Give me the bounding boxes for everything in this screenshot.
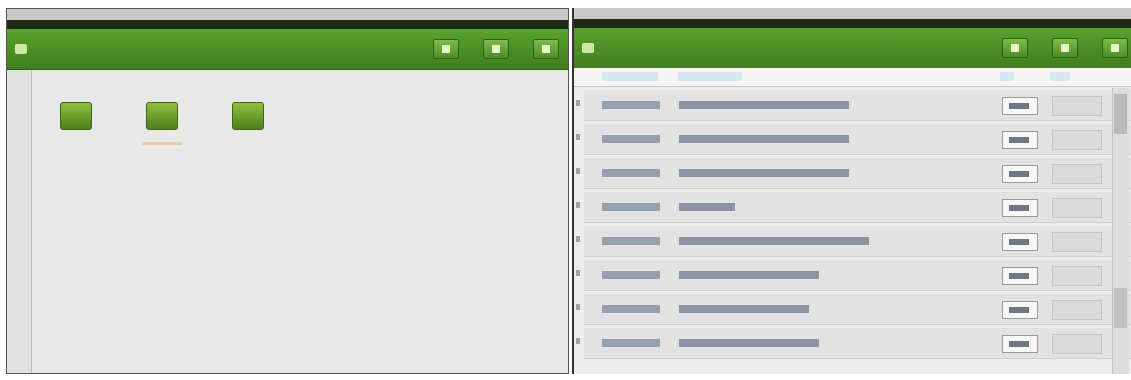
row-action-cell[interactable]: [1052, 198, 1102, 218]
table-row[interactable]: [576, 328, 1131, 359]
row-marker: [576, 202, 580, 208]
row-value-box[interactable]: [1002, 267, 1038, 285]
row-subject: [679, 135, 849, 143]
row-date: [602, 237, 660, 245]
row-value-box[interactable]: [1002, 165, 1038, 183]
row-action-cell[interactable]: [1052, 96, 1102, 116]
right-window: [572, 8, 1131, 374]
table-row[interactable]: [576, 294, 1131, 325]
table-row[interactable]: [576, 124, 1131, 155]
right-window-top-strip: [574, 8, 1131, 29]
left-window-toolbar: [7, 29, 568, 70]
table-row[interactable]: [576, 226, 1131, 257]
table-header: [574, 68, 1131, 87]
row-marker: [576, 134, 580, 140]
row-subject: [679, 305, 809, 313]
right-window-top-strip-band: [574, 19, 1131, 28]
right-window-toolbar: [574, 28, 1131, 69]
row-value-box[interactable]: [1002, 233, 1038, 251]
row-subject: [679, 339, 819, 347]
toolbar-button-2[interactable]: [483, 39, 509, 59]
toolbar-button-1[interactable]: [433, 39, 459, 59]
left-window: [6, 8, 569, 374]
selection-underline: [142, 142, 182, 145]
row-subject: [679, 237, 869, 245]
table-row[interactable]: [576, 192, 1131, 223]
row-action-cell[interactable]: [1052, 164, 1102, 184]
row-value-box[interactable]: [1002, 97, 1038, 115]
row-marker: [576, 338, 580, 344]
desktop-icon-2[interactable]: [127, 102, 197, 145]
row-date: [602, 169, 660, 177]
desktop-icon-3[interactable]: [213, 102, 283, 136]
row-marker: [576, 270, 580, 276]
row-marker: [576, 168, 580, 174]
table-row[interactable]: [576, 158, 1131, 189]
table-row[interactable]: [576, 260, 1131, 291]
row-action-cell[interactable]: [1052, 266, 1102, 286]
column-header-4[interactable]: [1050, 72, 1070, 81]
folder-icon: [146, 102, 178, 130]
scrollbar-thumb[interactable]: [1114, 94, 1127, 134]
row-subject: [679, 101, 849, 109]
row-action-cell[interactable]: [1052, 232, 1102, 252]
row-marker: [576, 304, 580, 310]
toolbar-button-3[interactable]: [1102, 38, 1128, 58]
row-subject: [679, 203, 735, 211]
row-date: [602, 101, 660, 109]
row-action-cell[interactable]: [1052, 300, 1102, 320]
column-header-3[interactable]: [1000, 72, 1014, 81]
window-icon: [15, 44, 27, 54]
row-value-box[interactable]: [1002, 199, 1038, 217]
toolbar-button-3[interactable]: [533, 39, 559, 59]
row-date: [602, 305, 660, 313]
column-header-1[interactable]: [602, 72, 658, 81]
column-header-2[interactable]: [678, 72, 742, 81]
row-date: [602, 339, 660, 347]
row-value-box[interactable]: [1002, 335, 1038, 353]
row-subject: [679, 169, 849, 177]
toolbar-button-1[interactable]: [1002, 38, 1028, 58]
table-row[interactable]: [576, 90, 1131, 121]
desktop-icon-1[interactable]: [41, 102, 111, 136]
scrollbar[interactable]: [1112, 88, 1129, 374]
row-value-box[interactable]: [1002, 131, 1038, 149]
row-date: [602, 203, 660, 211]
row-marker: [576, 100, 580, 106]
row-date: [602, 271, 660, 279]
toolbar-button-2[interactable]: [1052, 38, 1078, 58]
row-marker: [576, 236, 580, 242]
left-window-sidebar: [7, 70, 32, 373]
folder-icon: [60, 102, 92, 130]
row-date: [602, 135, 660, 143]
folder-icon: [232, 102, 264, 130]
scrollbar-thumb-secondary[interactable]: [1114, 288, 1127, 328]
left-window-top-strip-band: [7, 20, 568, 29]
window-icon: [582, 43, 594, 53]
row-action-cell[interactable]: [1052, 130, 1102, 150]
left-window-top-strip: [7, 9, 568, 30]
row-subject: [679, 271, 819, 279]
row-value-box[interactable]: [1002, 301, 1038, 319]
row-action-cell[interactable]: [1052, 334, 1102, 354]
